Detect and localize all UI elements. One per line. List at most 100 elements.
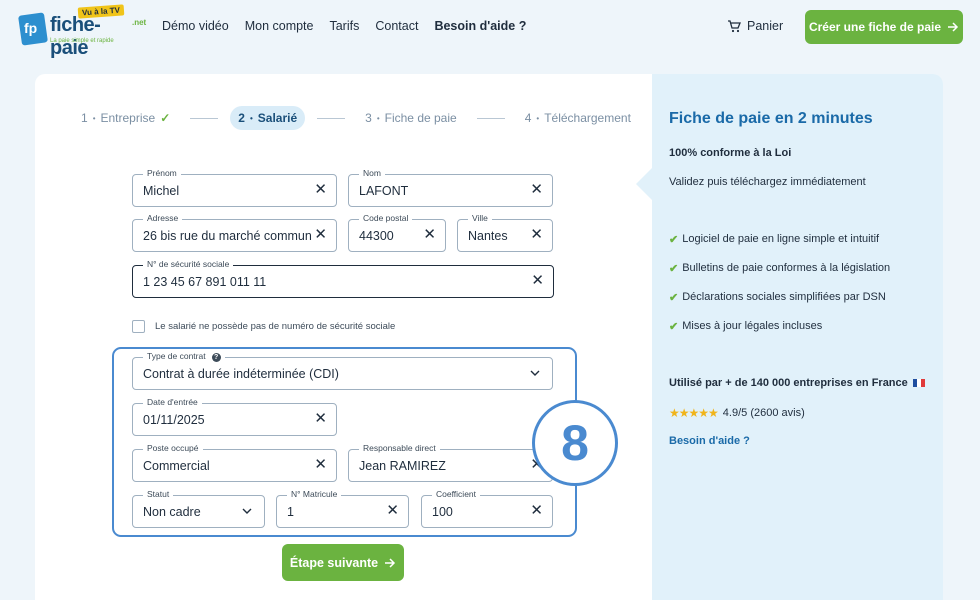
side-text: Validez puis téléchargez immédiatement: [669, 176, 866, 188]
next-step-button[interactable]: Étape suivante: [282, 544, 404, 581]
step-separator: [190, 117, 219, 119]
coefficient-field[interactable]: Coefficient 100 ✕: [421, 489, 553, 528]
clear-icon[interactable]: ✕: [530, 227, 543, 242]
step-dot: •: [249, 113, 253, 123]
clear-icon[interactable]: ✕: [314, 182, 327, 197]
arrow-right-icon: [385, 557, 396, 568]
step-salarie[interactable]: 2 • Salarié: [230, 106, 306, 130]
step-dot: •: [376, 113, 380, 123]
check-icon: ✓: [160, 111, 171, 125]
clear-icon[interactable]: ✕: [530, 182, 543, 197]
logo[interactable]: fp fiche-paie Vu à la TV .net La paie si…: [18, 4, 146, 59]
coefficient-value: 100: [432, 505, 453, 519]
cart-icon: [728, 19, 741, 32]
nav-besoin-aide[interactable]: Besoin d'aide ?: [434, 19, 526, 33]
step-number: 3: [365, 111, 372, 125]
nav-tarifs[interactable]: Tarifs: [329, 19, 359, 33]
step-fiche-de-paie[interactable]: 3 • Fiche de paie: [357, 106, 465, 130]
statut-value: Non cadre: [143, 505, 201, 519]
ville-value: Nantes: [468, 229, 508, 243]
statut-select[interactable]: Statut Non cadre: [132, 489, 265, 528]
contrat-label-text: Type de contrat: [147, 351, 206, 361]
feature-item: ✔ Bulletins de paie conformes à la législ…: [669, 262, 890, 291]
feature-text: Bulletins de paie conformes à la législa…: [682, 262, 891, 274]
feature-text: Logiciel de paie en ligne simple et intu…: [682, 233, 880, 245]
check-icon: ✔: [669, 321, 679, 333]
prenom-field[interactable]: Prénom Michel ✕: [132, 168, 337, 207]
step-label: Salarié: [257, 111, 298, 125]
stars-icon: ★★★★★: [669, 406, 719, 420]
date-entree-field[interactable]: Date d'entrée 01/11/2025 ✕: [132, 397, 337, 436]
no-secu-label: Le salarié ne possède pas de numéro de s…: [155, 321, 396, 332]
used-by-text: Utilisé par + de 140 000 entreprises en …: [669, 377, 908, 389]
matricule-field[interactable]: N° Matricule 1 ✕: [276, 489, 409, 528]
date-entree-label: Date d'entrée: [143, 397, 202, 407]
poste-field[interactable]: Poste occupé Commercial ✕: [132, 443, 337, 482]
logo-fp: fp: [24, 20, 38, 36]
feature-list: ✔ Logiciel de paie en ligne simple et int…: [669, 233, 890, 349]
create-payslip-button[interactable]: Créer une fiche de paie: [805, 10, 963, 44]
side-title: Fiche de paie en 2 minutes: [669, 110, 873, 127]
nom-value: LAFONT: [359, 184, 409, 198]
cart-label: Panier: [747, 19, 784, 33]
rating-text: 4.9/5 (2600 avis): [722, 407, 805, 419]
poste-value: Commercial: [143, 459, 210, 473]
clear-icon[interactable]: ✕: [423, 227, 436, 242]
feature-text: Mises à jour légales incluses: [682, 320, 823, 332]
contrat-value: Contrat à durée indéterminée (CDI): [143, 367, 339, 381]
side-subtitle: 100% conforme à la Loi: [669, 147, 792, 159]
logo-tagline: La paie simple et rapide: [50, 38, 114, 44]
arrow-right-icon: [948, 22, 959, 32]
code-postal-label: Code postal: [359, 213, 413, 223]
clear-icon[interactable]: ✕: [314, 411, 327, 426]
coefficient-label: Coefficient: [432, 489, 481, 499]
chevron-down-icon: [242, 508, 252, 514]
contrat-select[interactable]: Type de contrat? Contrat à durée indéter…: [132, 351, 553, 390]
clear-icon[interactable]: ✕: [386, 503, 399, 518]
step-number-badge: 8: [532, 400, 618, 486]
nav-contact[interactable]: Contact: [375, 19, 418, 33]
ville-label: Ville: [468, 213, 492, 223]
responsable-value: Jean RAMIREZ: [359, 459, 446, 473]
responsable-label: Responsable direct: [359, 443, 440, 453]
help-icon[interactable]: ?: [211, 353, 221, 362]
code-postal-value: 44300: [359, 229, 394, 243]
no-secu-checkbox[interactable]: [132, 320, 145, 333]
clear-icon[interactable]: ✕: [314, 227, 327, 242]
step-label: Entreprise: [100, 111, 156, 125]
cart-link[interactable]: Panier: [727, 19, 783, 33]
nav-demo-video[interactable]: Démo vidéo: [162, 19, 229, 33]
statut-label: Statut: [143, 489, 174, 499]
secu-field[interactable]: N° de sécurité sociale 1 23 45 67 891 01…: [132, 259, 554, 298]
france-flag-icon: [912, 379, 925, 387]
step-separator: [476, 117, 505, 119]
secu-label: N° de sécurité sociale: [143, 259, 234, 269]
logo-net: .net: [132, 18, 147, 27]
clear-icon[interactable]: ✕: [531, 273, 544, 288]
no-secu-row: Le salarié ne possède pas de numéro de s…: [132, 320, 395, 333]
side-help-link[interactable]: Besoin d'aide ?: [669, 435, 750, 447]
rating: ★★★★★ 4.9/5 (2600 avis): [669, 406, 805, 420]
step-separator: [317, 117, 346, 119]
step-entreprise[interactable]: 1 • Entreprise ✓: [73, 106, 178, 130]
ville-field[interactable]: Ville Nantes ✕: [457, 213, 553, 252]
check-icon: ✔: [669, 263, 679, 275]
step-number: 4: [524, 111, 532, 125]
contrat-label: Type de contrat?: [143, 351, 225, 362]
nav-mon-compte[interactable]: Mon compte: [245, 19, 314, 33]
step-dot: •: [536, 113, 540, 123]
clear-icon[interactable]: ✕: [530, 503, 543, 518]
stepper: 1 • Entreprise ✓ 2 • Salarié 3 • Fiche de p…: [73, 106, 639, 130]
adresse-field[interactable]: Adresse 26 bis rue du marché commun ✕: [132, 213, 337, 252]
side-notch: [636, 168, 652, 200]
clear-icon[interactable]: ✕: [314, 457, 327, 472]
step-label: Fiche de paie: [384, 111, 457, 125]
nom-field[interactable]: Nom LAFONT ✕: [348, 168, 553, 207]
step-telechargement[interactable]: 4 • Téléchargement: [517, 106, 639, 130]
matricule-value: 1: [287, 505, 294, 519]
responsable-field[interactable]: Responsable direct Jean RAMIREZ ✕: [348, 443, 553, 482]
logo-name: fiche-paie: [50, 14, 101, 59]
header: fp fiche-paie Vu à la TV .net La paie si…: [0, 0, 980, 59]
code-postal-field[interactable]: Code postal 44300 ✕: [348, 213, 446, 252]
date-entree-value: 01/11/2025: [143, 413, 205, 427]
